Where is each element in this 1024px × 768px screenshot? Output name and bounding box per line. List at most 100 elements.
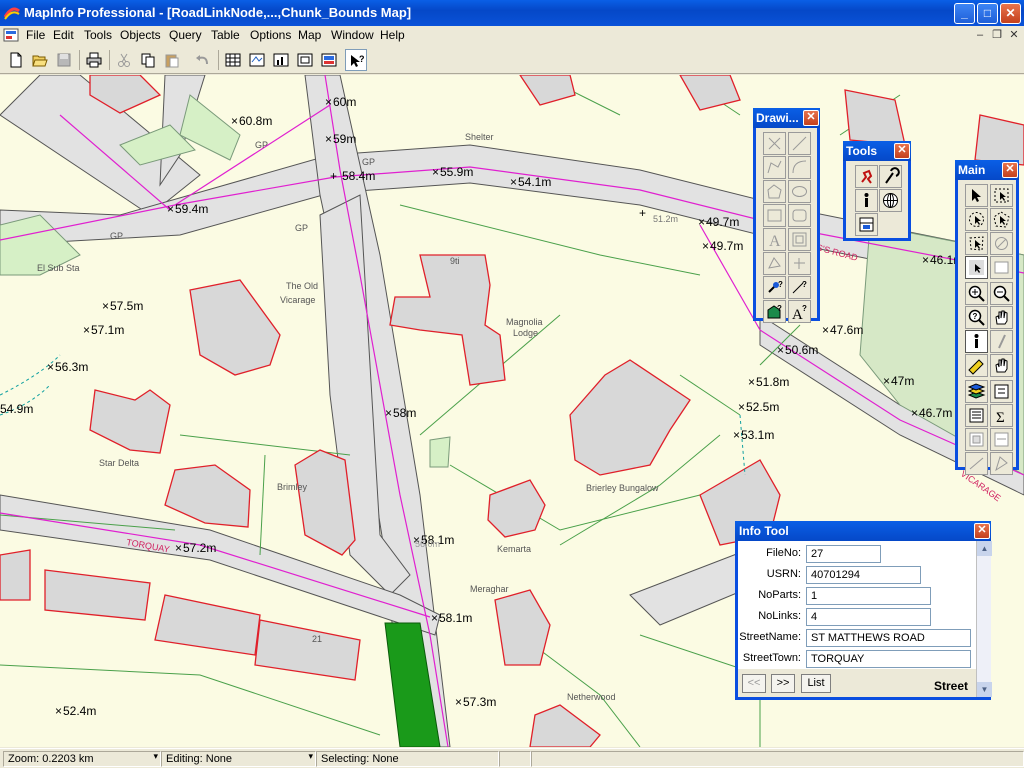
layer-control-icon[interactable] bbox=[965, 380, 988, 403]
new-icon[interactable] bbox=[5, 49, 27, 71]
radius-select-icon[interactable] bbox=[965, 208, 988, 231]
line-style-icon[interactable]: ? bbox=[788, 276, 811, 299]
field-value[interactable]: TORQUAY bbox=[806, 650, 971, 668]
menu-objects[interactable]: Objects bbox=[120, 28, 161, 42]
select-arrow-icon[interactable] bbox=[965, 184, 988, 207]
graph-select-icon[interactable] bbox=[965, 256, 988, 279]
new-layout-icon[interactable] bbox=[294, 49, 316, 71]
editing-status[interactable]: Editing: None ▾ bbox=[161, 751, 316, 767]
world-globe-icon[interactable] bbox=[879, 189, 902, 212]
rectangle-tool-icon[interactable] bbox=[763, 204, 786, 227]
field-value[interactable]: 27 bbox=[806, 545, 881, 563]
svg-text:56.0m: 56.0m bbox=[415, 539, 440, 549]
add-node-tool-icon[interactable] bbox=[788, 252, 811, 275]
undo-icon[interactable] bbox=[192, 49, 214, 71]
new-redistrict-icon[interactable] bbox=[318, 49, 340, 71]
menu-table[interactable]: Table bbox=[211, 28, 240, 42]
new-grapher-icon[interactable] bbox=[270, 49, 292, 71]
info-tool-active-icon[interactable] bbox=[965, 330, 988, 353]
symbol-style-icon[interactable]: ? bbox=[763, 276, 786, 299]
ellipse-tool-icon[interactable] bbox=[788, 180, 811, 203]
maximize-button[interactable]: □ bbox=[977, 3, 998, 24]
drag-map-window-icon[interactable] bbox=[990, 354, 1013, 377]
help-pointer-icon[interactable]: ? bbox=[345, 49, 367, 71]
zoom-out-icon[interactable] bbox=[990, 282, 1013, 305]
arc-tool-icon[interactable] bbox=[788, 156, 811, 179]
scroll-down-arrow-icon[interactable]: ▼ bbox=[977, 682, 992, 697]
polygon-tool-icon[interactable] bbox=[763, 180, 786, 203]
field-value[interactable]: 40701294 bbox=[806, 566, 921, 584]
polygon-select-icon[interactable] bbox=[990, 208, 1013, 231]
svg-text:57.3m: 57.3m bbox=[463, 695, 496, 709]
info-tool-close-button[interactable]: ✕ bbox=[974, 523, 990, 539]
minimize-button[interactable]: _ bbox=[954, 3, 975, 24]
menu-edit[interactable]: Edit bbox=[53, 28, 74, 42]
info-tool-title-bar[interactable]: Info Tool bbox=[735, 521, 991, 541]
menu-map[interactable]: Map bbox=[298, 28, 321, 42]
info-tool-scrollbar[interactable]: ▲ ▼ bbox=[976, 541, 992, 697]
zoom-status[interactable]: Zoom: 0.2203 km ▾ bbox=[3, 751, 161, 767]
tool-manager-icon[interactable] bbox=[879, 165, 902, 188]
hotlink-icon[interactable] bbox=[990, 330, 1013, 353]
menu-query[interactable]: Query bbox=[169, 28, 202, 42]
menu-help[interactable]: Help bbox=[380, 28, 405, 42]
mdi-minimize-button[interactable]: – bbox=[972, 28, 988, 42]
show-hide-legend-icon[interactable] bbox=[990, 380, 1013, 403]
previous-record-button[interactable]: << bbox=[742, 674, 766, 693]
mdi-close-button[interactable]: ✕ bbox=[1006, 28, 1022, 42]
cut-icon[interactable] bbox=[113, 49, 135, 71]
rounded-rectangle-tool-icon[interactable] bbox=[788, 204, 811, 227]
close-button[interactable]: ✕ bbox=[1000, 3, 1021, 24]
ruler-icon[interactable] bbox=[965, 354, 988, 377]
new-mapper-icon[interactable] bbox=[246, 49, 268, 71]
document-icon[interactable] bbox=[3, 27, 19, 43]
unselect-all-icon[interactable] bbox=[990, 232, 1013, 255]
polyline-tool-icon[interactable] bbox=[763, 156, 786, 179]
text-tool-icon[interactable]: A bbox=[763, 228, 786, 251]
line-tool-icon[interactable] bbox=[788, 132, 811, 155]
paste-icon[interactable] bbox=[161, 49, 183, 71]
main-palette: Main ✕ ? Σ bbox=[955, 160, 1019, 475]
marquee-select-icon[interactable] bbox=[990, 184, 1013, 207]
drawing-palette-close-button[interactable]: ✕ bbox=[803, 110, 819, 126]
field-value[interactable]: 4 bbox=[806, 608, 931, 626]
scroll-up-arrow-icon[interactable]: ▲ bbox=[977, 541, 992, 556]
grabber-hand-icon[interactable] bbox=[990, 306, 1013, 329]
cosmetic-layer-icon[interactable] bbox=[990, 452, 1013, 475]
menu-options[interactable]: Options bbox=[250, 28, 291, 42]
new-browser-icon[interactable] bbox=[222, 49, 244, 71]
menu-file[interactable]: File bbox=[26, 28, 45, 42]
region-style-icon[interactable]: ? bbox=[763, 300, 786, 323]
sum-statistics-icon[interactable]: Σ bbox=[990, 404, 1013, 427]
save-icon[interactable] bbox=[53, 49, 75, 71]
reshape-tool-icon[interactable] bbox=[763, 252, 786, 275]
next-record-button[interactable]: >> bbox=[771, 674, 795, 693]
title-bar[interactable]: MapInfo Professional - [RoadLinkNode,...… bbox=[0, 0, 1024, 26]
symbol-tool-icon[interactable] bbox=[763, 132, 786, 155]
zoom-in-icon[interactable] bbox=[965, 282, 988, 305]
map-catalog-icon[interactable] bbox=[855, 213, 878, 236]
change-view-icon[interactable]: ? bbox=[965, 306, 988, 329]
layer-control-select-icon[interactable] bbox=[990, 256, 1013, 279]
frame-tool-icon[interactable] bbox=[788, 228, 811, 251]
menu-window[interactable]: Window bbox=[331, 28, 374, 42]
menu-tools[interactable]: Tools bbox=[84, 28, 112, 42]
run-program-icon[interactable] bbox=[855, 165, 878, 188]
set-clip-region-icon[interactable] bbox=[990, 428, 1013, 451]
tools-palette-close-button[interactable]: ✕ bbox=[894, 143, 910, 159]
main-palette-close-button[interactable]: ✕ bbox=[1002, 162, 1018, 178]
boundary-select-icon[interactable] bbox=[965, 232, 988, 255]
clip-region-icon[interactable] bbox=[965, 428, 988, 451]
mdi-restore-button[interactable]: ❐ bbox=[989, 28, 1005, 42]
copy-icon[interactable] bbox=[137, 49, 159, 71]
field-value[interactable]: ST MATTHEWS ROAD bbox=[806, 629, 971, 647]
info-tool-icon[interactable] bbox=[855, 189, 878, 212]
open-icon[interactable] bbox=[29, 49, 51, 71]
text-style-icon[interactable]: A? bbox=[788, 300, 811, 323]
show-statistics-icon[interactable] bbox=[965, 404, 988, 427]
region-style-picker-icon[interactable] bbox=[965, 452, 988, 475]
print-icon[interactable] bbox=[83, 49, 105, 71]
selecting-status[interactable]: Selecting: None bbox=[316, 751, 499, 767]
list-button[interactable]: List bbox=[801, 674, 831, 693]
field-value[interactable]: 1 bbox=[806, 587, 931, 605]
